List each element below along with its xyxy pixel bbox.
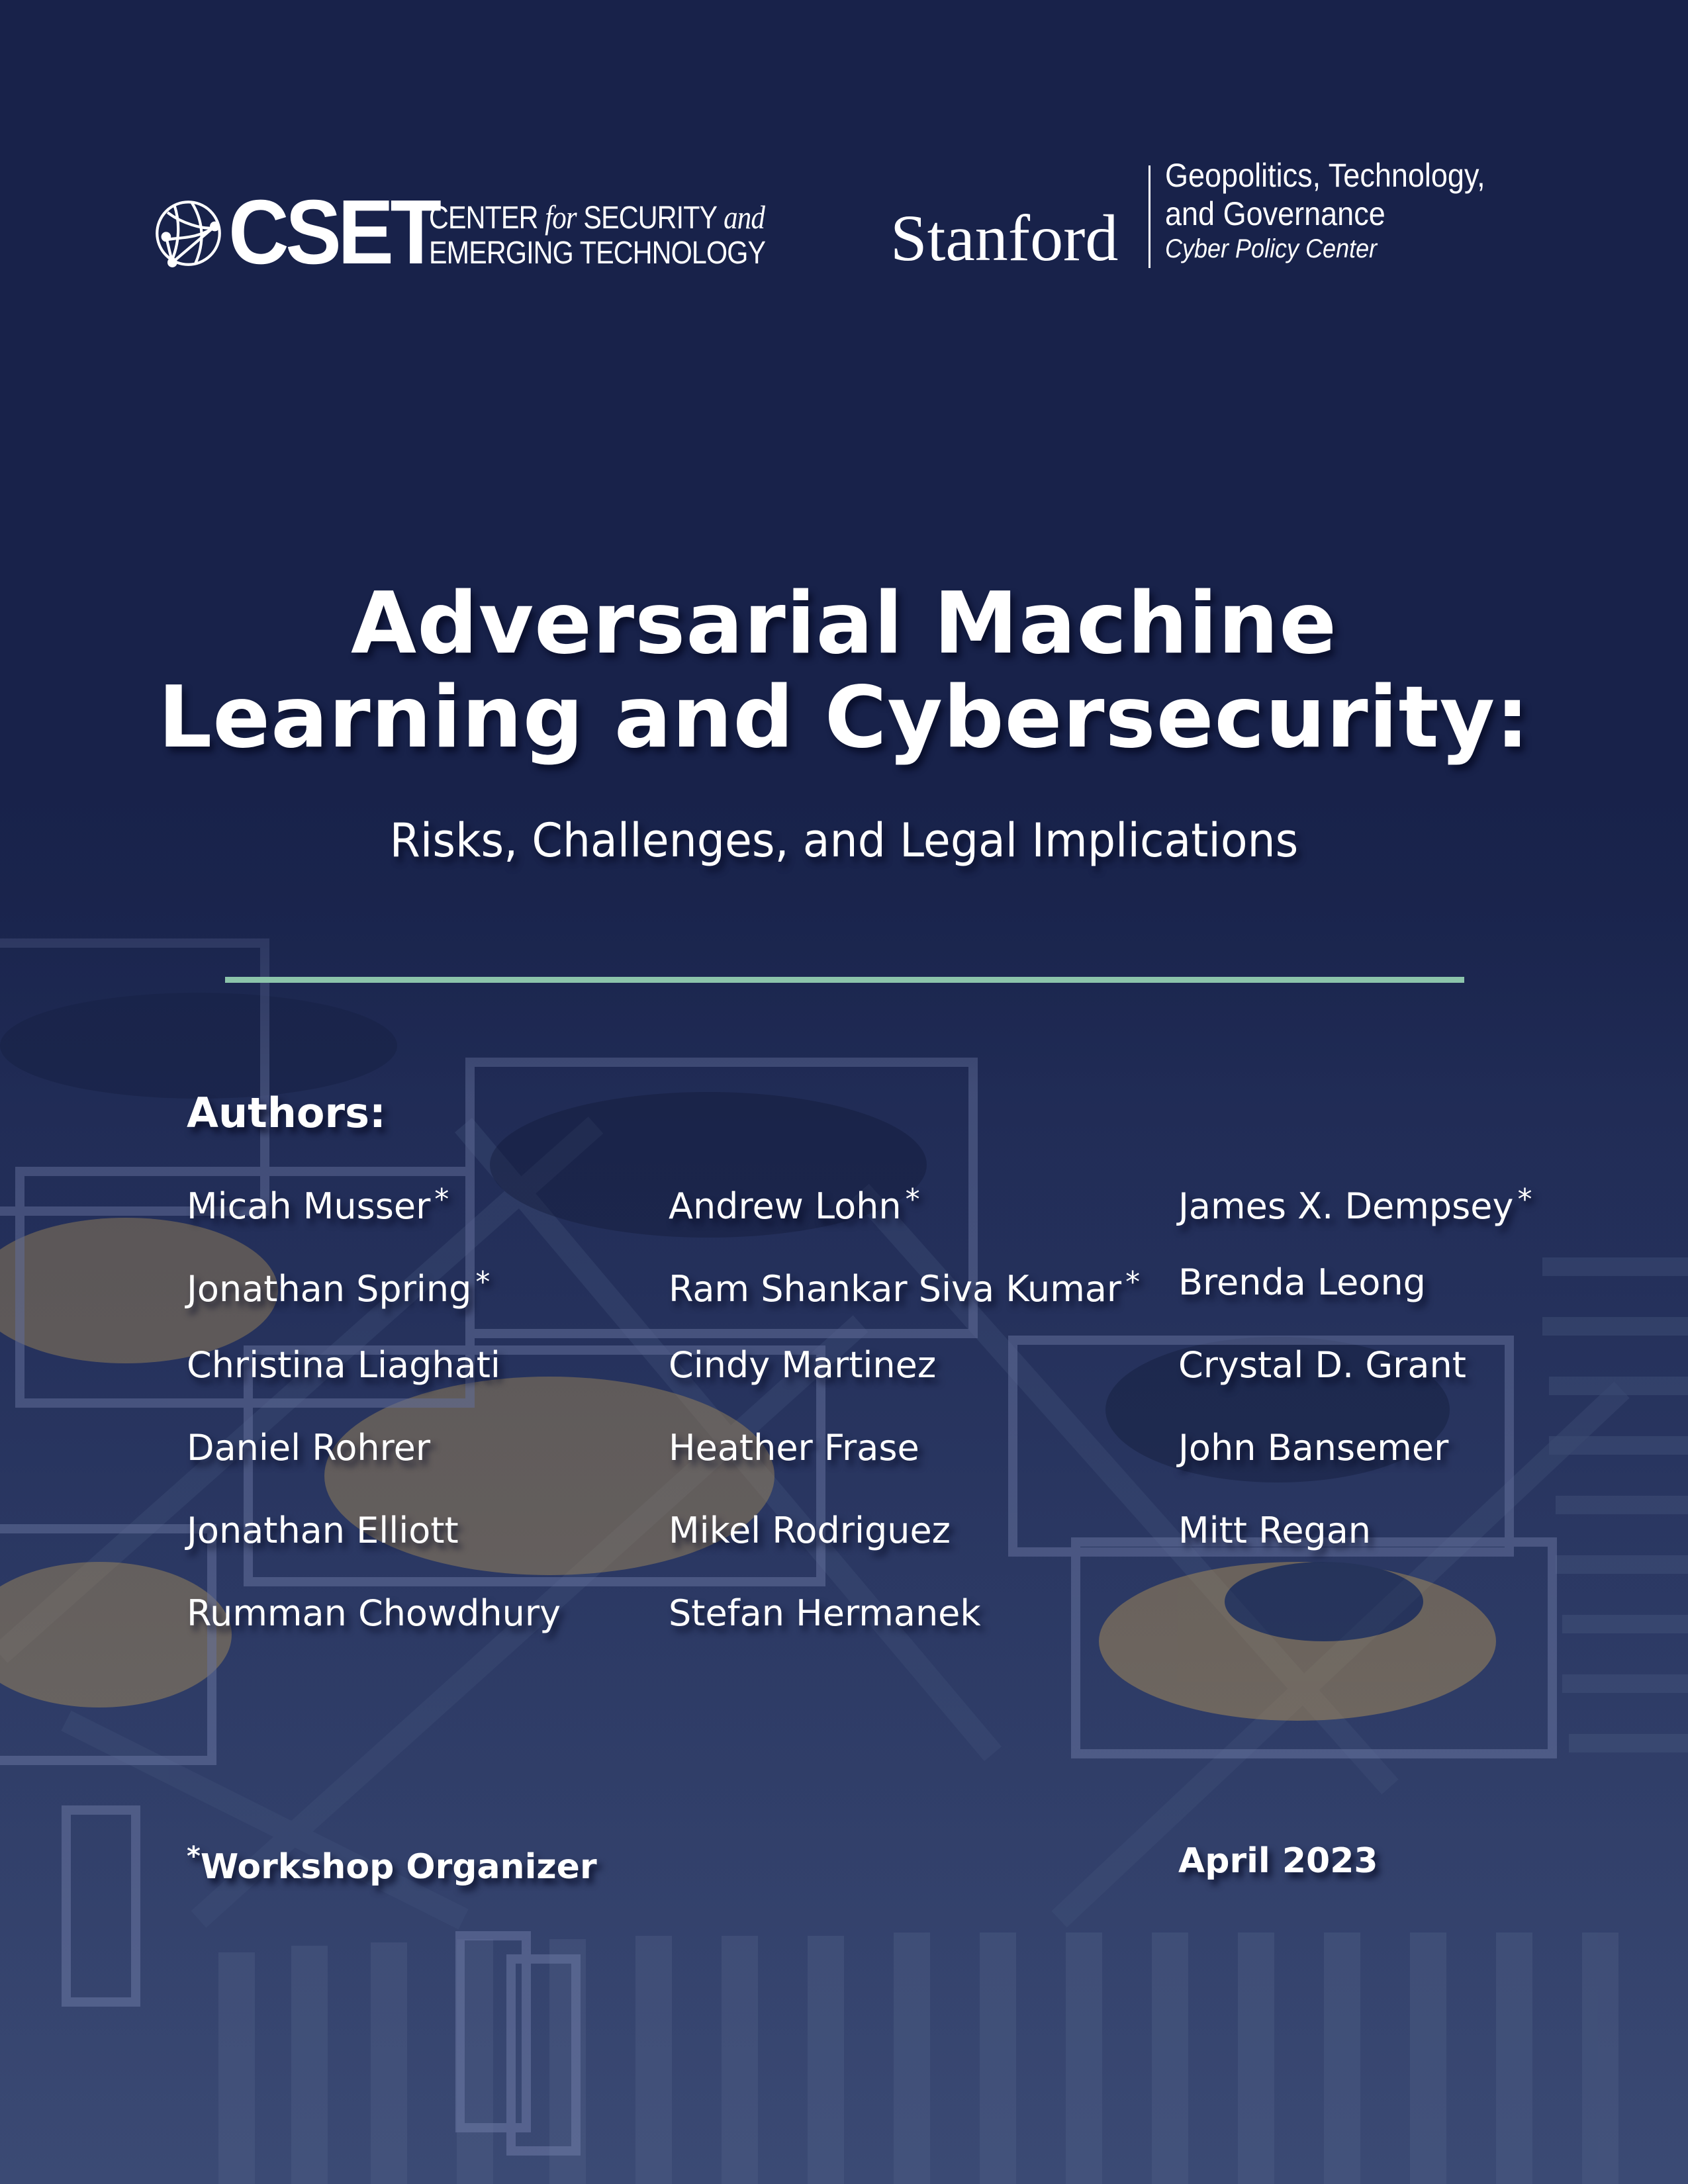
report-cover: CSET CENTER for SECURITY and EMERGING TE…	[0, 0, 1688, 2184]
author-name: Andrew Lohn *	[669, 1177, 920, 1230]
author-name: Micah Musser *	[187, 1177, 449, 1230]
author-name: Mikel Rodriguez	[669, 1508, 951, 1554]
organizer-asterisk: *	[1517, 1183, 1532, 1216]
stanford-wordmark: Stanford	[890, 201, 1119, 275]
report-title-line2: Learning and Cybersecurity:	[158, 668, 1530, 767]
author-name-text: Mikel Rodriguez	[669, 1510, 951, 1551]
author-name: Stefan Hermanek	[669, 1590, 981, 1637]
author-name: Rumman Chowdhury	[187, 1590, 561, 1637]
cset-wordmark: CSET	[228, 181, 442, 283]
author-name: Christina Liaghati	[187, 1342, 500, 1388]
author-name-text: Cindy Martinez	[669, 1344, 937, 1386]
author-name: Cindy Martinez	[669, 1342, 936, 1388]
organizer-note-text: Workshop Organizer	[200, 1847, 597, 1887]
cset-full-name: CENTER for SECURITY and EMERGING TECHNOL…	[429, 199, 766, 271]
authors-label: Authors:	[187, 1089, 386, 1137]
author-name: Brenda Leong	[1178, 1259, 1426, 1306]
author-name-text: John Bansemer	[1178, 1427, 1449, 1469]
author-name-text: Mitt Regan	[1178, 1510, 1372, 1551]
author-name-text: Jonathan Elliott	[187, 1510, 459, 1551]
cset-line2: EMERGING TECHNOLOGY	[429, 236, 766, 271]
organizer-asterisk: *	[905, 1183, 920, 1216]
organizer-asterisk: *	[1125, 1265, 1141, 1299]
program-line1: Geopolitics, Technology,	[1165, 157, 1485, 194]
publication-date: April 2023	[1178, 1841, 1378, 1881]
author-name-text: Stefan Hermanek	[669, 1592, 981, 1634]
author-name-text: Brenda Leong	[1178, 1261, 1426, 1303]
author-name-text: Heather Frase	[669, 1427, 919, 1469]
author-name: Jonathan Spring *	[187, 1259, 490, 1312]
author-name-text: Christina Liaghati	[187, 1344, 500, 1386]
title-divider-rule	[225, 977, 1464, 983]
author-name: Daniel Rohrer	[187, 1425, 430, 1471]
organizer-asterisk: *	[475, 1265, 491, 1299]
cset-globe-icon	[156, 201, 221, 267]
author-name: Jonathan Elliott	[187, 1508, 459, 1554]
author-name: John Bansemer	[1178, 1425, 1448, 1471]
stanford-program: Geopolitics, Technology, and Governance …	[1165, 156, 1485, 265]
author-name-text: James X. Dempsey	[1178, 1185, 1514, 1227]
cset-line1-c: SECURITY	[583, 201, 717, 236]
author-name-text: Crystal D. Grant	[1178, 1344, 1466, 1386]
author-name: Heather Frase	[669, 1425, 919, 1471]
cset-line1-a: CENTER	[429, 201, 538, 236]
author-name-text: Andrew Lohn	[669, 1185, 902, 1227]
program-line2: and Governance	[1165, 195, 1385, 232]
cset-line1-b: for	[545, 199, 577, 236]
organizer-asterisk: *	[434, 1183, 449, 1216]
author-name: Mitt Regan	[1178, 1508, 1371, 1554]
author-name-text: Daniel Rohrer	[187, 1427, 431, 1469]
logo-divider	[1149, 165, 1150, 268]
organizer-note: *Workshop Organizer	[187, 1841, 597, 1887]
author-name: James X. Dempsey *	[1178, 1177, 1532, 1230]
author-name-text: Ram Shankar Siva Kumar	[669, 1268, 1122, 1310]
author-name: Ram Shankar Siva Kumar *	[669, 1259, 1140, 1312]
cset-line1-d: and	[724, 199, 765, 236]
organizer-asterisk: *	[187, 1841, 201, 1872]
author-name-text: Jonathan Spring	[187, 1268, 472, 1310]
author-name: Crystal D. Grant	[1178, 1342, 1466, 1388]
report-title-line1: Adversarial Machine	[351, 574, 1337, 673]
author-name-text: Rumman Chowdhury	[187, 1592, 561, 1634]
cyber-policy-center: Cyber Policy Center	[1165, 234, 1378, 263]
author-name-text: Micah Musser	[187, 1185, 431, 1227]
report-subtitle: Risks, Challenges, and Legal Implication…	[389, 813, 1299, 868]
